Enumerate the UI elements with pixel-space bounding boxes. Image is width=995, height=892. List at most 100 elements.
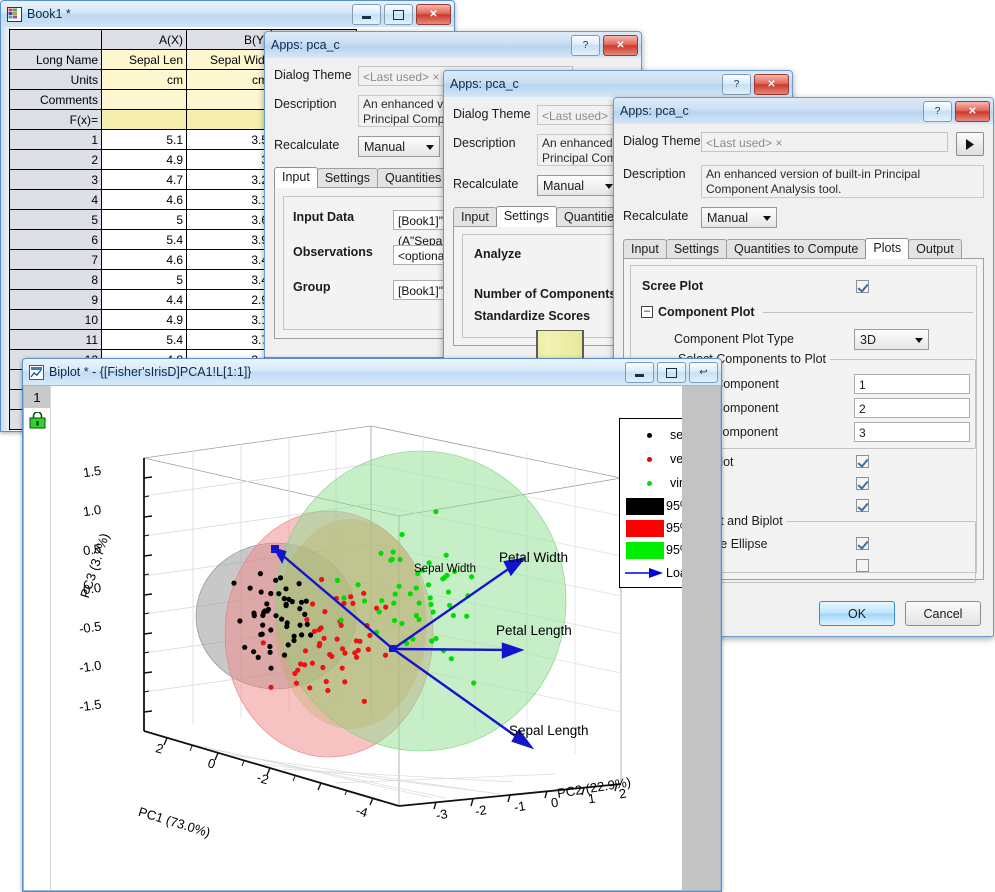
row-index[interactable]: 1 xyxy=(9,129,102,150)
cell-a[interactable]: 5 xyxy=(101,209,187,230)
comments-b[interactable] xyxy=(186,89,272,110)
outliers-checkbox[interactable] xyxy=(856,559,869,572)
minimize-button[interactable] xyxy=(625,362,654,383)
cell-b[interactable]: 3.5 xyxy=(186,129,272,150)
lock-icon[interactable] xyxy=(29,411,46,429)
row-index[interactable]: 11 xyxy=(9,329,102,350)
cancel-button[interactable]: Cancel xyxy=(905,601,981,626)
recalculate-combo[interactable]: Manual xyxy=(701,207,777,228)
tab-settings[interactable]: Settings xyxy=(316,168,378,188)
cell-a[interactable]: 4.6 xyxy=(101,249,187,270)
cell-a[interactable]: 4.4 xyxy=(101,289,187,310)
scree-plot-checkbox[interactable] xyxy=(856,280,869,293)
cell-b[interactable]: 3.2 xyxy=(186,169,272,190)
z-axis-component-field[interactable]: 3 xyxy=(854,422,970,442)
units-b[interactable]: cm xyxy=(186,69,272,90)
cell-a[interactable]: 4.6 xyxy=(101,189,187,210)
row-index[interactable]: 7 xyxy=(9,249,102,270)
biplot-checkbox[interactable] xyxy=(856,499,869,512)
dialog1-titlebar[interactable]: Apps: pca_c ? ✕ xyxy=(265,32,641,58)
long-name-b[interactable]: Sepal Widt xyxy=(186,49,272,70)
collapse-icon[interactable]: – xyxy=(641,306,653,318)
tab-input[interactable]: Input xyxy=(453,207,497,227)
dialog-theme-input[interactable]: <Last used> × xyxy=(701,132,949,152)
cell-a[interactable]: 4.9 xyxy=(101,309,187,330)
book1-title: Book1 * xyxy=(27,7,71,21)
units-a[interactable]: cm xyxy=(101,69,187,90)
column-header-a[interactable]: A(X) xyxy=(101,29,187,50)
column-header-b[interactable]: B(Y) xyxy=(186,29,272,50)
cell-a[interactable]: 5.1 xyxy=(101,129,187,150)
scatter-point xyxy=(251,610,257,616)
help-button[interactable]: ? xyxy=(923,101,952,122)
long-name-a[interactable]: Sepal Len xyxy=(101,49,187,70)
cell-a[interactable]: 5.4 xyxy=(101,329,187,350)
cell-a[interactable]: 4.9 xyxy=(101,149,187,170)
dialog1-window-buttons: ? ✕ xyxy=(571,35,638,56)
row-index[interactable]: 5 xyxy=(9,209,102,230)
row-index[interactable]: 4 xyxy=(9,189,102,210)
cell-b[interactable]: 3 xyxy=(186,149,272,170)
tab-output[interactable]: Output xyxy=(908,239,962,259)
fx-b[interactable] xyxy=(186,109,272,130)
tab-settings[interactable]: Settings xyxy=(495,206,557,227)
z-tick-1: 1.5 xyxy=(82,462,103,481)
cell-b[interactable]: 3.7 xyxy=(186,329,272,350)
scatter-point xyxy=(352,650,358,656)
cell-b[interactable]: 3.1 xyxy=(186,309,272,330)
tab-quantities[interactable]: Quantities to Compute xyxy=(725,239,867,259)
layer-number[interactable]: 1 xyxy=(24,386,50,408)
row-index[interactable]: 9 xyxy=(9,289,102,310)
score-plot-checkbox[interactable] xyxy=(856,477,869,490)
cell-b[interactable]: 3.6 xyxy=(186,209,272,230)
tab-input[interactable]: Input xyxy=(274,167,318,188)
cell-b[interactable]: 2.9 xyxy=(186,289,272,310)
row-index[interactable]: 2 xyxy=(9,149,102,170)
biplot-titlebar[interactable]: Biplot * - {[Fisher'sIrisD]PCA1!L[1:1]} … xyxy=(23,359,721,385)
cell-a[interactable]: 5.4 xyxy=(101,229,187,250)
y-axis-component-field[interactable]: 2 xyxy=(854,398,970,418)
dialog2-titlebar[interactable]: Apps: pca_c ? ✕ xyxy=(444,71,792,97)
maximize-button[interactable] xyxy=(384,4,413,25)
cell-b[interactable]: 3.4 xyxy=(186,269,272,290)
recalculate-combo[interactable]: Manual xyxy=(358,136,440,157)
cell-a[interactable]: 4.7 xyxy=(101,169,187,190)
cell-a[interactable]: 5 xyxy=(101,269,187,290)
cell-b[interactable]: 3.4 xyxy=(186,249,272,270)
tab-settings[interactable]: Settings xyxy=(665,239,727,259)
row-index[interactable]: 3 xyxy=(9,169,102,190)
theme-play-button[interactable] xyxy=(956,132,984,156)
cell-b[interactable]: 3.9 xyxy=(186,229,272,250)
minimize-button[interactable] xyxy=(352,4,381,25)
corner-cell[interactable] xyxy=(9,29,102,50)
maximize-button[interactable] xyxy=(657,362,686,383)
x-axis-component-field[interactable]: 1 xyxy=(854,374,970,394)
close-button[interactable]: ✕ xyxy=(955,101,990,122)
recalculate-combo[interactable]: Manual xyxy=(537,175,619,196)
close-button[interactable]: ✕ xyxy=(416,4,451,25)
tab-input[interactable]: Input xyxy=(623,239,667,259)
graph-canvas[interactable]: PC3 (3.7%) PC1 (73.0%) PC2 (22.9%) 1.5 1… xyxy=(51,386,720,890)
tab-plots[interactable]: Plots xyxy=(865,238,910,259)
row-index[interactable]: 10 xyxy=(9,309,102,330)
vertical-scrollbar[interactable] xyxy=(682,386,720,890)
observations-label: Observations xyxy=(293,245,373,259)
biplot-window[interactable]: Biplot * - {[Fisher'sIrisD]PCA1!L[1:1]} … xyxy=(22,358,722,892)
close-button[interactable]: ✕ xyxy=(754,74,789,95)
row-index[interactable]: 6 xyxy=(9,229,102,250)
ok-button[interactable]: OK xyxy=(819,601,895,626)
restore-button[interactable]: ↩ xyxy=(689,362,718,383)
fx-a[interactable] xyxy=(101,109,187,130)
row-index[interactable]: 8 xyxy=(9,269,102,290)
help-button[interactable]: ? xyxy=(722,74,751,95)
close-button[interactable]: ✕ xyxy=(603,35,638,56)
comments-a[interactable] xyxy=(101,89,187,110)
legend-swatch-icon xyxy=(626,497,664,515)
confidence-ellipse-checkbox[interactable] xyxy=(856,537,869,550)
book1-titlebar[interactable]: Book1 * ✕ xyxy=(1,1,454,27)
loading-plot-checkbox[interactable] xyxy=(856,455,869,468)
dialog3-titlebar[interactable]: Apps: pca_c ? ✕ xyxy=(614,98,993,124)
help-button[interactable]: ? xyxy=(571,35,600,56)
cell-b[interactable]: 3.1 xyxy=(186,189,272,210)
component-plot-type-combo[interactable]: 3D xyxy=(854,329,929,350)
